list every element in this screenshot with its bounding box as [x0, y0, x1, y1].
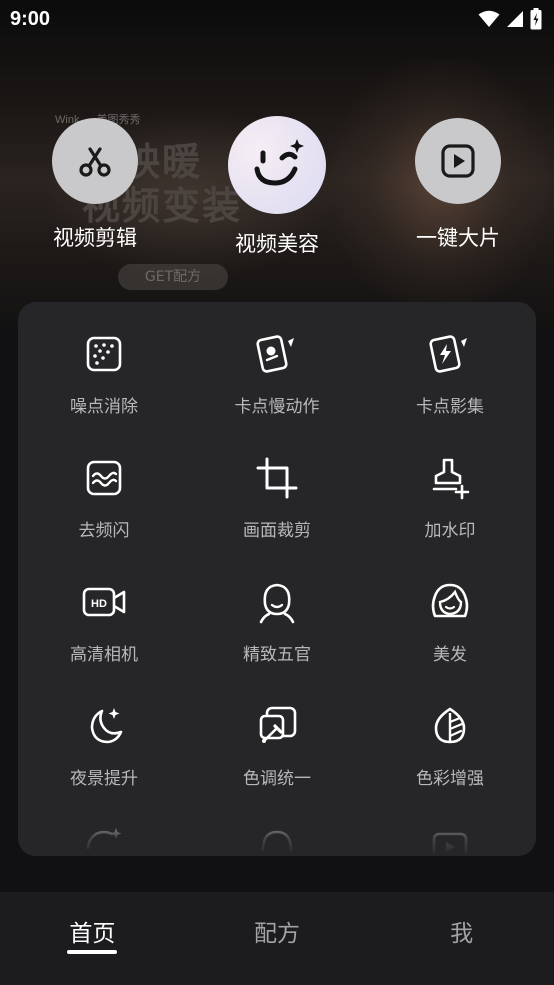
- tool-label: 卡点慢动作: [234, 397, 320, 417]
- tools-panel[interactable]: 噪点消除 卡点慢动作 卡点影集 去频闪 画面裁剪 加水印 HD 高清相机 精致五…: [18, 302, 536, 856]
- nav-active-indicator: [67, 950, 118, 954]
- nav-recipes-label: 配方: [254, 921, 300, 947]
- quick-action-label: 视频美容: [235, 232, 319, 256]
- tool-beat-album[interactable]: 卡点影集: [364, 330, 536, 417]
- battery-icon: [530, 8, 542, 30]
- tool-watermark[interactable]: 加水印: [364, 454, 536, 541]
- quick-action-label: 一键大片: [416, 226, 500, 250]
- tool-denoise[interactable]: 噪点消除: [18, 330, 190, 417]
- tool-label: 色彩增强: [416, 769, 484, 789]
- hair-icon: [431, 583, 469, 618]
- color-picker-icon: [259, 706, 297, 743]
- wink-face-icon: [254, 139, 304, 186]
- tool-color-match[interactable]: 色调统一: [191, 702, 363, 789]
- deflicker-icon: [86, 460, 122, 496]
- tool-label: 色调统一: [243, 769, 311, 789]
- tool-beat-slowmo[interactable]: 卡点慢动作: [191, 330, 363, 417]
- tool-color-enhance[interactable]: 色彩增强: [364, 702, 536, 789]
- tool-night-enhance[interactable]: 夜景提升: [18, 702, 190, 789]
- tool-crop[interactable]: 画面裁剪: [191, 454, 363, 541]
- play-icon: [441, 144, 475, 178]
- quick-action-circle: [228, 116, 326, 214]
- quick-action-circle: [52, 118, 138, 204]
- quick-action-video-beauty[interactable]: 视频美容: [217, 116, 337, 258]
- tool-deflicker[interactable]: 去频闪: [18, 454, 190, 541]
- tool-label: 高清相机: [70, 645, 138, 665]
- bottom-nav: 首页 配方 我: [0, 892, 554, 985]
- tool-label: 美发: [433, 645, 467, 665]
- tool-label: 噪点消除: [70, 397, 138, 417]
- status-bar: 9:00: [0, 0, 554, 38]
- quick-action-label: 视频剪辑: [53, 226, 137, 250]
- tool-label: 画面裁剪: [243, 521, 311, 541]
- status-icons: [478, 8, 542, 30]
- tool-label: 精致五官: [243, 645, 311, 665]
- nav-me-label: 我: [450, 921, 474, 947]
- stamp-icon: [432, 458, 470, 500]
- banner-cta-button[interactable]: GET配方: [118, 264, 228, 290]
- tool-hair[interactable]: 美发: [364, 578, 536, 665]
- scissors-icon: [79, 147, 111, 177]
- moon-star-icon: [90, 708, 123, 744]
- quick-action-video-edit[interactable]: 视频剪辑: [35, 118, 155, 252]
- status-time: 9:00: [10, 7, 51, 30]
- crop-icon: [256, 457, 298, 499]
- nav-me[interactable]: 我: [369, 892, 554, 985]
- tool-hd-camera[interactable]: HD 高清相机: [18, 578, 190, 665]
- hd-camera-icon: HD: [82, 587, 126, 617]
- tool-label: 夜景提升: [70, 769, 138, 789]
- tool-label: 卡点影集: [416, 397, 484, 417]
- tool-label: 去频闪: [78, 521, 130, 541]
- card-flash-icon: [429, 335, 467, 373]
- face-features-icon: [259, 583, 295, 624]
- nav-recipes[interactable]: 配方: [185, 892, 370, 985]
- wifi-icon: [478, 10, 500, 27]
- signal-icon: [507, 11, 523, 27]
- tool-face-features[interactable]: 精致五官: [191, 578, 363, 665]
- quick-action-circle: [415, 118, 501, 204]
- tool-label: 加水印: [424, 521, 476, 541]
- noise-dots-icon: [86, 336, 122, 372]
- card-slowmo-icon: [256, 335, 294, 373]
- nav-home-label: 首页: [69, 921, 116, 947]
- quick-action-one-click-film[interactable]: 一键大片: [398, 118, 518, 252]
- leaf-icon: [434, 707, 466, 744]
- panel-scroll-fade: [18, 796, 536, 856]
- nav-home[interactable]: 首页: [0, 892, 185, 985]
- svg-text:HD: HD: [91, 598, 107, 610]
